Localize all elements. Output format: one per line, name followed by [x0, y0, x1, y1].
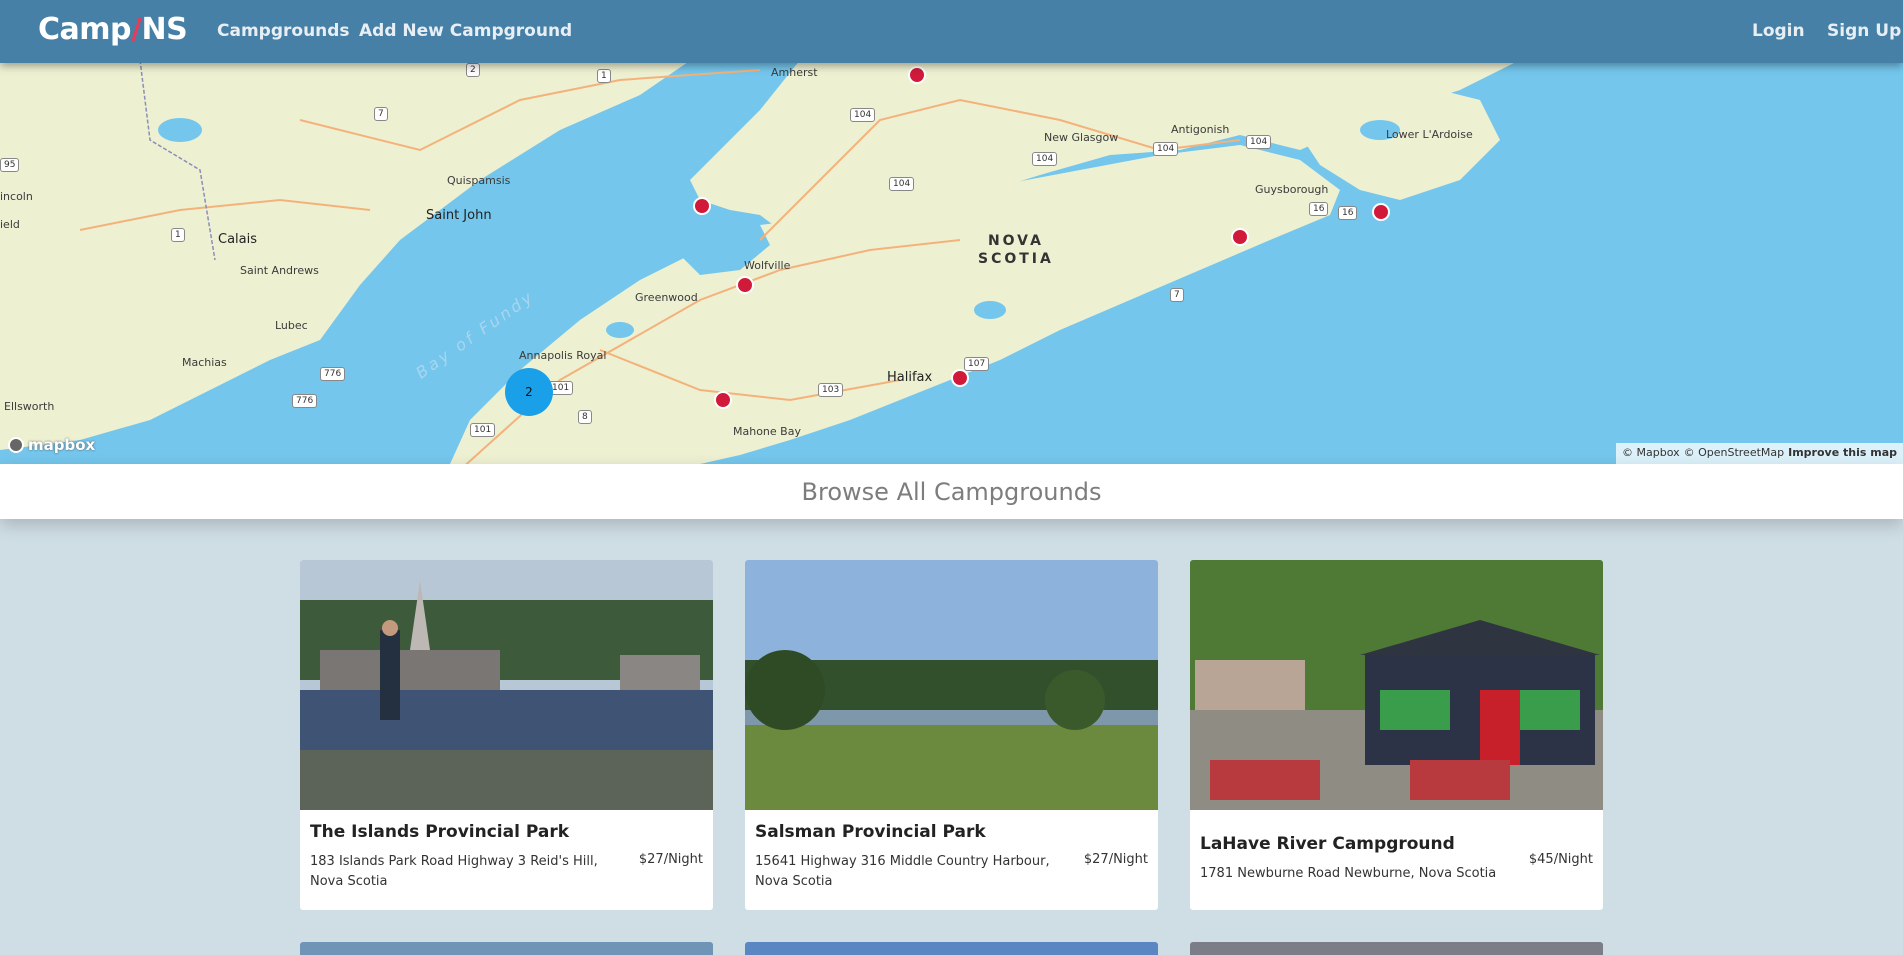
highway-shield: 104 [1153, 142, 1179, 156]
highway-shield: 8 [578, 410, 592, 424]
campground-card-partial[interactable] [1190, 942, 1603, 955]
campground-name[interactable]: LaHave River Campground [1200, 834, 1593, 854]
nav-campgrounds[interactable]: Campgrounds [217, 21, 350, 41]
highway-shield: 104 [1246, 135, 1272, 149]
map-label-nova-scotia: NOVA SCOTIA [978, 232, 1054, 268]
map-label-field: ield [0, 218, 20, 231]
highway-shield: 95 [0, 158, 20, 172]
mapbox-logo-text: mapbox [28, 436, 96, 454]
campground-photo [745, 560, 1158, 810]
map-label-new-glasgow: New Glasgow [1044, 131, 1119, 144]
brand-ns: NS [141, 12, 188, 47]
campground-marker[interactable] [1372, 203, 1390, 221]
map-label-greenwood: Greenwood [635, 291, 698, 304]
highway-shield: 7 [374, 107, 388, 121]
map-label-saint-andrews: Saint Andrews [240, 264, 319, 277]
map-label-amherst: Amherst [771, 66, 818, 79]
campground-name[interactable]: Salsman Provincial Park [755, 822, 1148, 842]
attribution-osm-link[interactable]: © OpenStreetMap [1684, 446, 1785, 461]
map-label-halifax: Halifax [887, 370, 933, 385]
highway-shield: 101 [470, 423, 496, 437]
map-label-machias: Machias [182, 356, 227, 369]
highway-shield: 104 [850, 108, 876, 122]
map-label-mahone-bay: Mahone Bay [733, 425, 801, 438]
map-label-antigonish: Antigonish [1171, 123, 1230, 136]
brand-logo[interactable]: Camp/NS [38, 12, 188, 47]
campground-address: 183 Islands Park Road Highway 3 Reid's H… [310, 854, 598, 889]
map-label-lincoln: incoln [0, 190, 33, 203]
highway-shield: 16 [1338, 206, 1358, 220]
marker-cluster[interactable]: 2 [505, 368, 553, 416]
nav-signup[interactable]: Sign Up [1827, 21, 1901, 41]
highway-shield: 104 [889, 177, 915, 191]
campground-map[interactable]: Amherst New Glasgow Antigonish Lower L'A… [0, 0, 1903, 464]
map-label-lubec: Lubec [275, 319, 308, 332]
campground-marker[interactable] [908, 66, 926, 84]
campground-card-body: Salsman Provincial Park 15641 Highway 31… [745, 810, 1158, 910]
highway-shield: 7 [1170, 288, 1184, 302]
highway-shield: 1 [171, 228, 185, 242]
campground-card-body: LaHave River Campground 1781 Newburne Ro… [1190, 810, 1603, 910]
campground-card[interactable]: The Islands Provincial Park 183 Islands … [300, 560, 713, 910]
campground-marker[interactable] [1231, 228, 1249, 246]
campground-price: $27/Night [1083, 852, 1148, 867]
map-label-scotia: SCOTIA [978, 251, 1054, 267]
brand-slash: / [131, 12, 142, 47]
campground-marker[interactable] [693, 197, 711, 215]
attribution-mapbox-link[interactable]: © Mapbox [1622, 446, 1680, 461]
map-attribution: © Mapbox © OpenStreetMap Improve this ma… [1616, 443, 1903, 464]
browse-header: Browse All Campgrounds [0, 464, 1903, 519]
mapbox-logo-icon [8, 437, 24, 453]
brand-camp: Camp [38, 12, 132, 47]
highway-shield: 776 [292, 394, 318, 408]
campground-name[interactable]: The Islands Provincial Park [310, 822, 703, 842]
campground-marker[interactable] [736, 276, 754, 294]
map-label-guysborough: Guysborough [1255, 183, 1329, 196]
highway-shield: 776 [320, 367, 346, 381]
highway-shield: 16 [1309, 202, 1329, 216]
campground-card[interactable]: LaHave River Campground 1781 Newburne Ro… [1190, 560, 1603, 910]
campground-card-partial[interactable] [300, 942, 713, 955]
map-label-ellsworth: Ellsworth [4, 400, 55, 413]
highway-shield: 104 [1032, 152, 1058, 166]
map-label-lower-lardoise: Lower L'Ardoise [1386, 128, 1473, 141]
campground-card[interactable]: Salsman Provincial Park 15641 Highway 31… [745, 560, 1158, 910]
map-label-quispamsis: Quispamsis [447, 174, 511, 187]
highway-shield: 103 [818, 383, 844, 397]
browse-title: Browse All Campgrounds [801, 477, 1102, 506]
map-label-calais: Calais [218, 232, 258, 247]
highway-shield: 1 [597, 69, 611, 83]
map-geography [0, 0, 1560, 464]
campground-marker[interactable] [714, 391, 732, 409]
campground-price: $45/Night [1528, 852, 1593, 867]
campground-marker[interactable] [951, 369, 969, 387]
campground-address: 1781 Newburne Road Newburne, Nova Scotia [1200, 866, 1497, 881]
map-label-wolfville: Wolfville [744, 259, 791, 272]
campground-address: 15641 Highway 316 Middle Country Harbour… [755, 854, 1050, 889]
campground-photo [300, 560, 713, 810]
improve-map-link[interactable]: Improve this map [1788, 446, 1897, 461]
campground-price: $27/Night [638, 852, 703, 867]
campground-card-body: The Islands Provincial Park 183 Islands … [300, 810, 713, 910]
campground-card-partial[interactable] [745, 942, 1158, 955]
highway-shield: 107 [964, 357, 990, 371]
mapbox-logo[interactable]: mapbox [8, 436, 95, 454]
highway-shield: 2 [466, 63, 480, 77]
map-label-nova: NOVA [987, 233, 1044, 249]
map-label-saint-john: Saint John [426, 208, 492, 223]
navbar: Camp/NS Campgrounds Add New Campground L… [0, 0, 1903, 63]
nav-add-new-campground[interactable]: Add New Campground [359, 21, 572, 41]
nav-login[interactable]: Login [1752, 21, 1805, 41]
campground-photo [1190, 560, 1603, 810]
map-label-annapolis-royal: Annapolis Royal [519, 349, 607, 362]
